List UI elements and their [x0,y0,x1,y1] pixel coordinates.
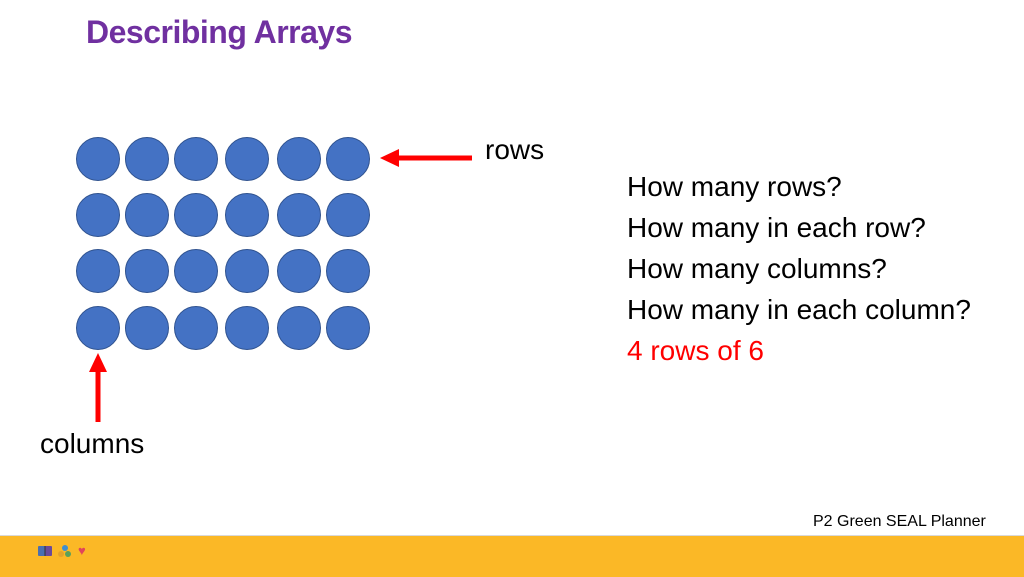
question-item: How many in each row? [627,212,926,243]
array-dot [125,137,169,181]
array-dot [125,193,169,237]
array-dot [125,249,169,293]
array-dot [326,137,370,181]
array-dot [225,193,269,237]
array-dot [174,306,218,350]
heart-icon: ♥ [78,543,86,558]
array-dot [277,193,321,237]
book-icon [38,546,52,556]
people-icon [58,545,72,557]
footer-text: P2 Green SEAL Planner [813,513,986,530]
array-dot [326,193,370,237]
array-dot [326,306,370,350]
footer-bar [0,535,1024,577]
columns-label: columns [40,428,145,459]
array-dot [174,137,218,181]
array-dot [76,193,120,237]
array-dot [76,249,120,293]
question-item: How many in each column? [627,294,971,325]
rows-label: rows [485,134,545,165]
array-dot [225,249,269,293]
array-dot [76,137,120,181]
array-dot [277,137,321,181]
array-dot [76,306,120,350]
answer-text: 4 rows of 6 [627,335,764,366]
array-dot [326,249,370,293]
array-dot [125,306,169,350]
dot-array [76,137,370,350]
array-dot [225,306,269,350]
array-dot [277,249,321,293]
question-item: How many rows? [627,171,842,202]
array-dot [174,249,218,293]
question-item: How many columns? [627,253,887,284]
footer-icons: ♥ [38,543,86,558]
array-dot [277,306,321,350]
array-dot [174,193,218,237]
array-dot [225,137,269,181]
questions-list: How many rows? How many in each row? How… [627,166,971,371]
